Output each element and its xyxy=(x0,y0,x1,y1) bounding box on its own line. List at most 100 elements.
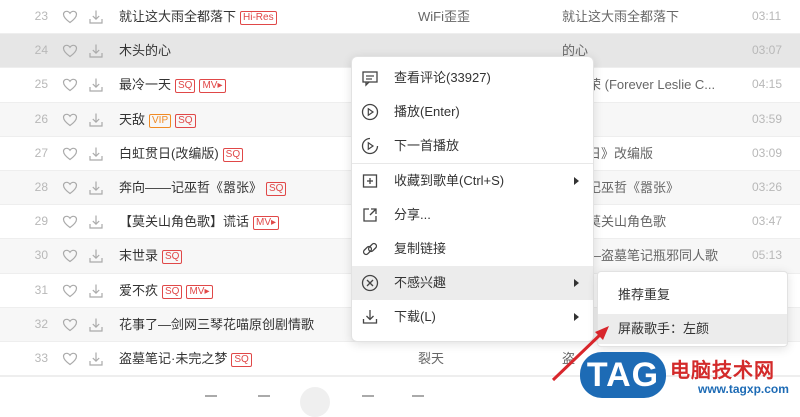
download-icon[interactable] xyxy=(88,112,104,128)
heart-icon[interactable] xyxy=(62,283,78,299)
track-number: 27 xyxy=(34,145,48,160)
track-title: 盗墓笔记·未完之梦 xyxy=(119,350,228,366)
quality-badge: SQ xyxy=(175,113,196,128)
track-duration: 03:07 xyxy=(752,43,783,58)
quality-badge: SQ xyxy=(266,181,287,196)
download-icon[interactable] xyxy=(88,77,104,93)
menu-label: 播放(Enter) xyxy=(394,104,460,119)
track-artist[interactable]: 裂天 xyxy=(418,342,444,375)
track-title-cell[interactable]: 花事了—剑网三琴花喵原创剧情歌 xyxy=(119,308,314,341)
heart-icon[interactable] xyxy=(62,112,78,128)
quality-badge: SQ xyxy=(162,284,183,299)
track-title: 【莫关山角色歌】谎话 xyxy=(119,214,250,230)
track-duration: 03:59 xyxy=(752,111,783,126)
play-icon xyxy=(361,103,379,121)
play-next-icon xyxy=(361,137,379,155)
menu-item-view-comments[interactable]: 查看评论(33927) xyxy=(352,61,593,95)
volume-icon[interactable] xyxy=(412,395,424,397)
heart-icon[interactable] xyxy=(62,180,78,196)
track-title-cell[interactable]: 盗墓笔记·未完之梦 SQ xyxy=(119,342,252,375)
menu-item-collect[interactable]: 收藏到歌单(Ctrl+S) xyxy=(352,164,593,198)
next-icon[interactable] xyxy=(362,395,374,397)
heart-icon[interactable] xyxy=(62,351,78,367)
track-number: 28 xyxy=(34,179,48,194)
track-title-cell[interactable]: 最冷一天 SQ MV▸ xyxy=(119,68,226,101)
heart-icon[interactable] xyxy=(62,317,78,333)
track-title: 末世录 xyxy=(119,248,159,264)
watermark-logo: TAG xyxy=(580,352,666,398)
download-icon[interactable] xyxy=(88,317,104,333)
heart-icon[interactable] xyxy=(62,77,78,93)
track-duration: 03:26 xyxy=(752,179,783,194)
quality-badge: VIP xyxy=(149,113,172,128)
track-title: 奔向——记巫哲《嚣张》 xyxy=(119,179,263,195)
track-title-cell[interactable]: 就让这大雨全都落下 Hi-Res xyxy=(119,0,277,33)
track-number: 23 xyxy=(34,9,48,23)
heart-icon[interactable] xyxy=(62,214,78,230)
add-to-playlist-icon xyxy=(362,174,378,188)
play-pause-button[interactable] xyxy=(300,387,330,417)
share-icon xyxy=(363,208,377,222)
track-duration: 03:11 xyxy=(752,9,782,23)
menu-label: 下载(L) xyxy=(394,309,436,324)
download-icon[interactable] xyxy=(88,351,104,367)
track-title-cell[interactable]: 白虹贯日(改编版) SQ xyxy=(119,137,244,170)
quality-badge: SQ xyxy=(175,79,196,94)
quality-badge: MV▸ xyxy=(253,216,280,231)
menu-item-play[interactable]: 播放(Enter) xyxy=(352,95,593,129)
menu-item-not-interested[interactable]: 不感兴趣 xyxy=(352,266,593,300)
download-icon[interactable] xyxy=(88,214,104,230)
track-duration: 05:13 xyxy=(752,248,783,263)
download-icon[interactable] xyxy=(88,43,104,59)
quality-badge: MV▸ xyxy=(199,79,226,94)
watermark: TAG 电脑技术网 www.tagxp.com xyxy=(580,352,794,398)
download-icon[interactable] xyxy=(88,9,104,25)
submenu-item-recommend-repeat[interactable]: 推荐重复 xyxy=(598,280,787,310)
heart-icon[interactable] xyxy=(62,146,78,162)
heart-icon[interactable] xyxy=(62,43,78,59)
download-icon[interactable] xyxy=(88,180,104,196)
menu-label: 分享... xyxy=(394,207,431,222)
download-icon xyxy=(362,310,378,324)
menu-item-share[interactable]: 分享... xyxy=(352,198,593,232)
submenu-arrow-icon xyxy=(574,279,579,287)
comment-icon xyxy=(362,71,378,87)
track-title-cell[interactable]: 奔向——记巫哲《嚣张》 SQ xyxy=(119,171,287,204)
download-icon[interactable] xyxy=(88,248,104,264)
link-icon xyxy=(362,242,378,256)
track-number: 30 xyxy=(34,248,48,263)
quality-badge: SQ xyxy=(162,250,183,265)
quality-badge: SQ xyxy=(222,147,244,162)
track-title-cell[interactable]: 天敌 VIP SQ xyxy=(119,103,196,136)
track-row[interactable]: 23 就让这大雨全都落下 Hi-Res WiFi歪歪 就让这大雨全都落下 03:11 xyxy=(0,0,800,35)
track-number: 25 xyxy=(34,77,48,92)
track-title: 最冷一天 xyxy=(119,77,172,93)
track-title-cell[interactable]: 【莫关山角色歌】谎话 MV▸ xyxy=(119,205,280,238)
track-title: 木头的心 xyxy=(119,43,172,59)
track-title: 天敌 xyxy=(119,111,146,127)
quality-badge: SQ xyxy=(231,352,252,367)
submenu-item-block-artist[interactable]: 屏蔽歌手：左颜 xyxy=(598,314,787,344)
like-icon[interactable] xyxy=(258,395,270,397)
submenu-arrow-icon xyxy=(574,177,579,185)
menu-label: 不感兴趣 xyxy=(394,275,447,290)
track-number: 32 xyxy=(34,316,48,331)
track-number: 31 xyxy=(34,282,48,297)
track-number: 26 xyxy=(34,111,48,126)
heart-icon[interactable] xyxy=(62,248,78,264)
prev-icon[interactable] xyxy=(205,395,217,397)
quality-badge: Hi-Res xyxy=(240,11,277,25)
track-title-cell[interactable]: 木头的心 xyxy=(119,34,171,67)
track-number: 24 xyxy=(34,43,48,58)
track-title-cell[interactable]: 末世录 SQ xyxy=(119,239,183,272)
download-icon[interactable] xyxy=(88,146,104,162)
heart-icon[interactable] xyxy=(62,9,78,25)
download-icon[interactable] xyxy=(88,283,104,299)
track-number: 29 xyxy=(34,214,48,229)
track-title-cell[interactable]: 爱不疚 SQ MV▸ xyxy=(119,274,213,307)
track-album[interactable]: 就让这大雨全都落下 xyxy=(562,0,679,33)
menu-item-play-next[interactable]: 下一首播放 xyxy=(352,129,593,163)
menu-item-copy-link[interactable]: 复制链接 xyxy=(352,232,593,266)
track-artist[interactable]: WiFi歪歪 xyxy=(418,0,470,33)
menu-label: 复制链接 xyxy=(394,241,447,256)
